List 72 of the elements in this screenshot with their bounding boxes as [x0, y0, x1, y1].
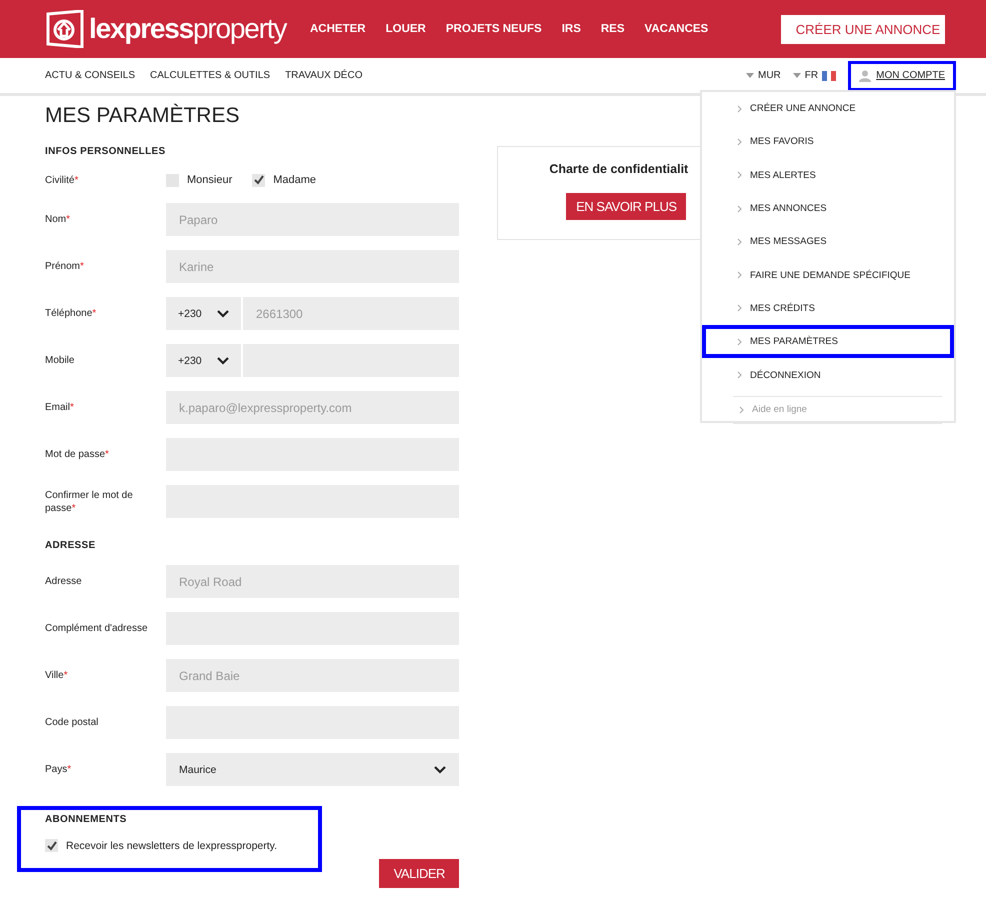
field-label: Ville* — [45, 669, 69, 682]
menu-item[interactable]: MES ANNONCES — [702, 192, 942, 226]
checkbox[interactable] — [166, 174, 179, 186]
chevron-down-icon — [217, 356, 229, 364]
field-label: Mot de passe* — [45, 448, 110, 461]
flag-icon — [822, 70, 836, 80]
menu-item[interactable]: MES CRÉDITS — [702, 292, 942, 326]
menu-item[interactable]: FAIRE UNE DEMANDE SPÉCIFIQUE — [702, 258, 942, 292]
field-label: Complément d'adresse — [45, 622, 149, 635]
newsletter-option[interactable]: Recevoir les newsletters de lexpressproperty. — [45, 839, 294, 852]
menu-item[interactable]: MES MESSAGES — [702, 225, 942, 258]
field-label: Code postal — [45, 716, 100, 729]
menu-item[interactable]: MES PARAMÈTRES — [702, 325, 954, 358]
field-label: Téléphone* — [45, 307, 98, 320]
chevron-right-icon — [737, 238, 742, 246]
nav-link[interactable]: PROJETS NEUFS — [446, 23, 542, 35]
currency-dropdown[interactable]: MUR — [746, 70, 781, 81]
checkbox-label: Recevoir les newsletters de lexpressproperty. — [66, 840, 278, 852]
chevron-right-icon — [739, 406, 744, 414]
field-label: Civilité* — [45, 174, 80, 186]
submit-button[interactable]: VALIDER — [379, 859, 460, 888]
subnav-link[interactable]: ACTU & CONSEILS — [45, 70, 136, 81]
menu-item[interactable]: MES FAVORIS — [702, 125, 942, 159]
civility-option[interactable]: Madame — [252, 174, 316, 186]
create-listing-button[interactable]: CRÉER UNE ANNONCE — [781, 14, 945, 44]
chevron-right-icon — [737, 138, 742, 146]
privacy-title: Charte de confidentialit — [549, 162, 688, 176]
chevron-right-icon — [737, 371, 742, 380]
field-label: Adresse — [45, 575, 83, 588]
chevron-right-icon — [737, 271, 742, 280]
field-label: Nom* — [45, 213, 72, 226]
menu-item[interactable]: DÉCONNEXION — [702, 358, 942, 392]
menu-item[interactable]: CRÉER UNE ANNONCE — [702, 92, 942, 126]
country-code-dropdown[interactable]: +230 — [166, 344, 241, 377]
option-label: Madame — [273, 174, 316, 186]
option-label: Monsieur — [187, 174, 232, 186]
menu-item[interactable]: MES ALERTES — [702, 158, 942, 192]
subnav-link[interactable]: TRAVAUX DÉCO — [285, 70, 362, 81]
house-logo-icon[interactable] — [45, 10, 85, 48]
user-icon — [859, 70, 872, 82]
chevron-down-icon — [217, 310, 229, 318]
section-heading: ABONNEMENTS — [45, 814, 128, 825]
chevron-right-icon — [737, 104, 742, 113]
chevron-down-icon — [434, 766, 446, 774]
nav-link[interactable]: IRS — [562, 23, 581, 35]
country-dropdown[interactable]: Maurice — [166, 753, 460, 786]
learn-more-button[interactable]: EN SAVOIR PLUS — [566, 193, 686, 220]
field-label: Prénom* — [45, 260, 85, 273]
caret-icon — [746, 73, 754, 78]
nav-link[interactable]: ACHETER — [310, 23, 366, 35]
field-label: Mobile — [45, 354, 76, 367]
nav-link[interactable]: VACANCES — [644, 23, 708, 35]
language-dropdown[interactable]: FR — [792, 70, 836, 81]
chevron-right-icon — [737, 171, 742, 180]
nav-link[interactable]: LOUER — [386, 23, 426, 35]
chevron-right-icon — [737, 204, 742, 213]
chevron-right-icon — [737, 338, 742, 346]
nav-link[interactable]: RES — [600, 23, 625, 35]
chevron-right-icon — [737, 304, 742, 312]
field-label: Confirmer le mot de passe* — [45, 488, 134, 514]
checkbox[interactable] — [252, 174, 266, 186]
field-label: Pays* — [45, 763, 72, 776]
civility-option[interactable]: Monsieur — [166, 174, 232, 186]
section-heading: INFOS PERSONNELLES — [45, 146, 166, 157]
site-logo[interactable]: lexpressproperty — [89, 13, 286, 45]
caret-icon — [792, 73, 801, 78]
page-title: MES PARAMÈTRES — [45, 104, 240, 128]
section-heading: ADRESSE — [45, 540, 96, 551]
checkbox[interactable] — [45, 839, 58, 852]
country-code-dropdown[interactable]: +230 — [166, 297, 241, 330]
field-label: Email* — [45, 401, 75, 414]
subnav-link[interactable]: CALCULETTES & OUTILS — [150, 70, 270, 81]
